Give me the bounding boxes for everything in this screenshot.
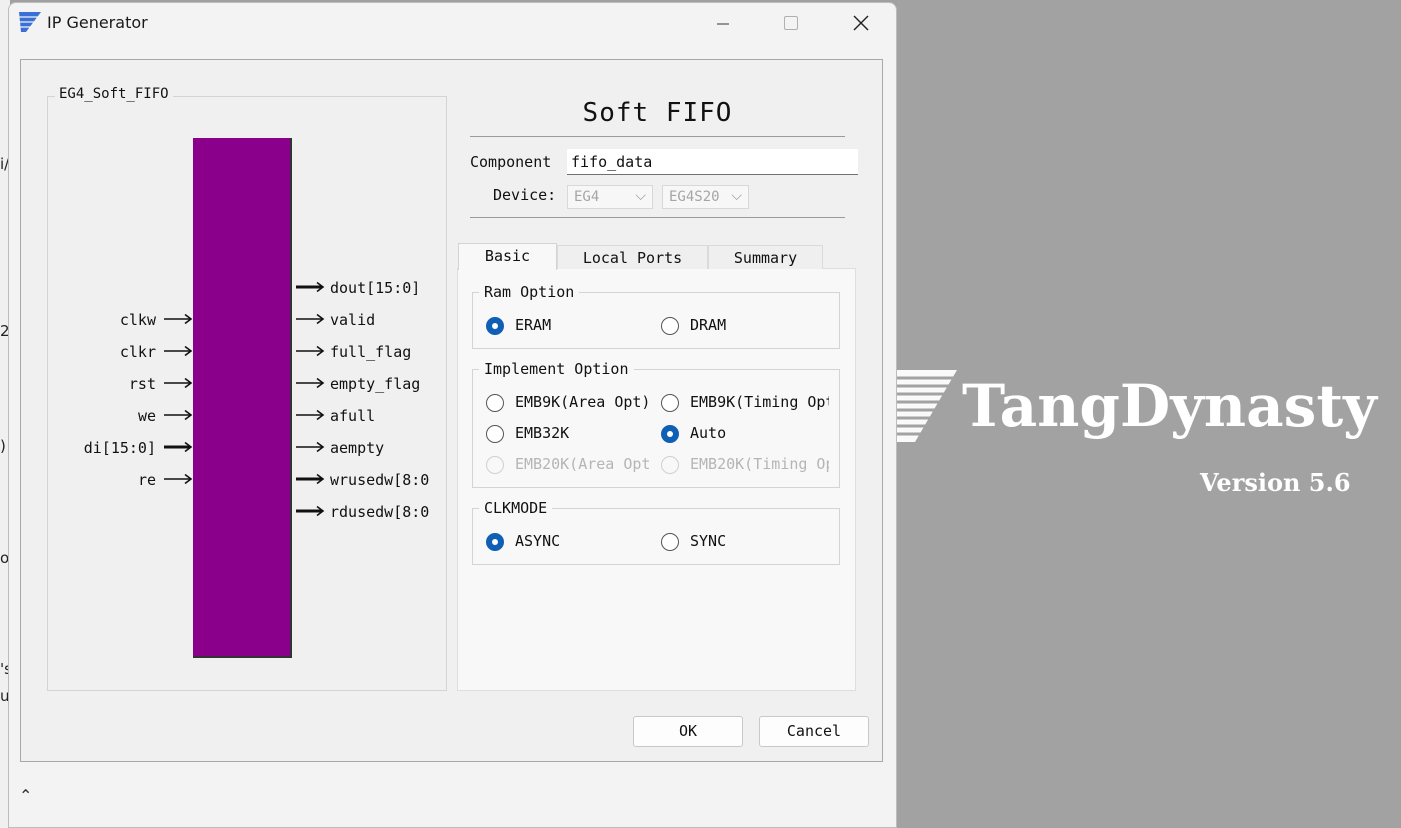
brand-name: TangDynasty <box>962 372 1377 440</box>
output-port-label: wrusedw[8:0 <box>330 471 430 489</box>
device-part-select: EG4S20 ⌵ <box>662 185 749 209</box>
input-port-label: clkr <box>119 343 156 361</box>
output-port-label: rdusedw[8:0 <box>330 503 430 521</box>
output-arrow-icon <box>296 505 325 517</box>
radio-button[interactable] <box>661 394 679 412</box>
output-port-label: empty_flag <box>330 375 421 393</box>
symbol-group-title: EG4_Soft_FIFO <box>55 86 173 102</box>
radio-label[interactable]: EMB9K(Area Opt) <box>515 393 650 411</box>
radio-label[interactable]: DRAM <box>690 316 726 334</box>
radio-button <box>486 456 504 474</box>
input-arrow-icon <box>164 441 193 453</box>
tab-summary[interactable]: Summary <box>708 245 823 269</box>
radio-label[interactable]: Auto <box>690 424 726 442</box>
ip-generator-logo-icon <box>19 12 41 32</box>
panel-title: Soft FIFO <box>582 98 733 128</box>
clkmode-title: CLKMODE <box>479 499 553 517</box>
radio-label[interactable]: EMB32K <box>515 424 569 442</box>
maximize-button[interactable] <box>768 3 814 43</box>
radio-label: EMB20K(Timing Opt) <box>690 455 829 473</box>
radio-button[interactable] <box>661 317 679 335</box>
input-port-label: clkw <box>119 311 156 329</box>
divider <box>470 217 845 218</box>
tab-local-ports[interactable]: Local Ports <box>557 245 708 269</box>
device-part-value: EG4S20 <box>669 189 720 205</box>
radio-button[interactable] <box>486 533 504 551</box>
radio-button[interactable] <box>486 425 504 443</box>
implement-option-title: Implement Option <box>479 360 634 378</box>
output-arrow-icon <box>296 345 325 357</box>
output-arrow-icon <box>296 441 325 453</box>
cancel-button[interactable]: Cancel <box>759 716 869 747</box>
close-button[interactable] <box>838 3 884 43</box>
radio-label[interactable]: ERAM <box>515 316 551 334</box>
input-arrow-icon <box>164 409 193 421</box>
device-label: Device: <box>493 186 557 204</box>
output-arrow-icon <box>296 313 325 325</box>
output-arrow-icon <box>296 377 325 389</box>
radio-button <box>661 456 679 474</box>
output-arrow-icon <box>296 473 325 485</box>
ok-button[interactable]: OK <box>633 716 743 747</box>
radio-label: EMB20K(Area Opt) <box>515 455 653 473</box>
input-arrow-icon <box>164 473 193 485</box>
input-port-label: we <box>137 407 156 425</box>
output-arrow-icon <box>296 409 325 421</box>
radio-label[interactable]: ASYNC <box>515 532 560 550</box>
radio-label[interactable]: SYNC <box>690 532 726 550</box>
ram-option-title: Ram Option <box>479 283 580 301</box>
component-name-input[interactable] <box>567 149 858 175</box>
component-label: Component <box>470 153 552 171</box>
device-family-select: EG4 ⌵ <box>567 185 653 209</box>
output-port-label: full_flag <box>330 343 412 361</box>
input-arrow-icon <box>164 345 193 357</box>
chevron-down-icon: ⌵ <box>635 188 646 204</box>
input-arrow-icon <box>164 377 193 389</box>
brand-version: Version 5.6 <box>1200 468 1351 497</box>
radio-button[interactable] <box>661 533 679 551</box>
input-port-label: di[15:0] <box>83 439 156 457</box>
output-port-label: afull <box>330 407 376 425</box>
fifo-symbol-block <box>193 138 292 658</box>
minimize-icon <box>717 23 729 25</box>
radio-button[interactable] <box>486 317 504 335</box>
maximize-icon <box>784 16 798 30</box>
radio-button[interactable] <box>661 425 679 443</box>
input-port-label: re <box>137 471 156 489</box>
radio-button[interactable] <box>486 394 504 412</box>
input-arrow-icon <box>164 313 193 325</box>
tang-dynasty-logo-icon <box>897 370 957 442</box>
window-title: IP Generator <box>47 13 148 32</box>
radio-label[interactable]: EMB9K(Timing Opt) <box>690 393 829 411</box>
minimize-button[interactable] <box>700 3 746 43</box>
background-app-text: ) <box>0 437 6 455</box>
close-icon <box>853 15 869 31</box>
output-port-label: valid <box>330 311 376 329</box>
output-arrow-icon <box>296 281 325 293</box>
output-port-label: aempty <box>330 439 385 457</box>
chevron-down-icon: ⌵ <box>729 188 742 204</box>
divider <box>470 136 845 137</box>
input-port-label: rst <box>128 375 156 393</box>
tab-basic[interactable]: Basic <box>458 243 557 270</box>
device-family-value: EG4 <box>574 189 600 205</box>
output-port-label: dout[15:0] <box>330 279 421 297</box>
chevron-up-icon[interactable]: ⌃ <box>19 786 32 805</box>
